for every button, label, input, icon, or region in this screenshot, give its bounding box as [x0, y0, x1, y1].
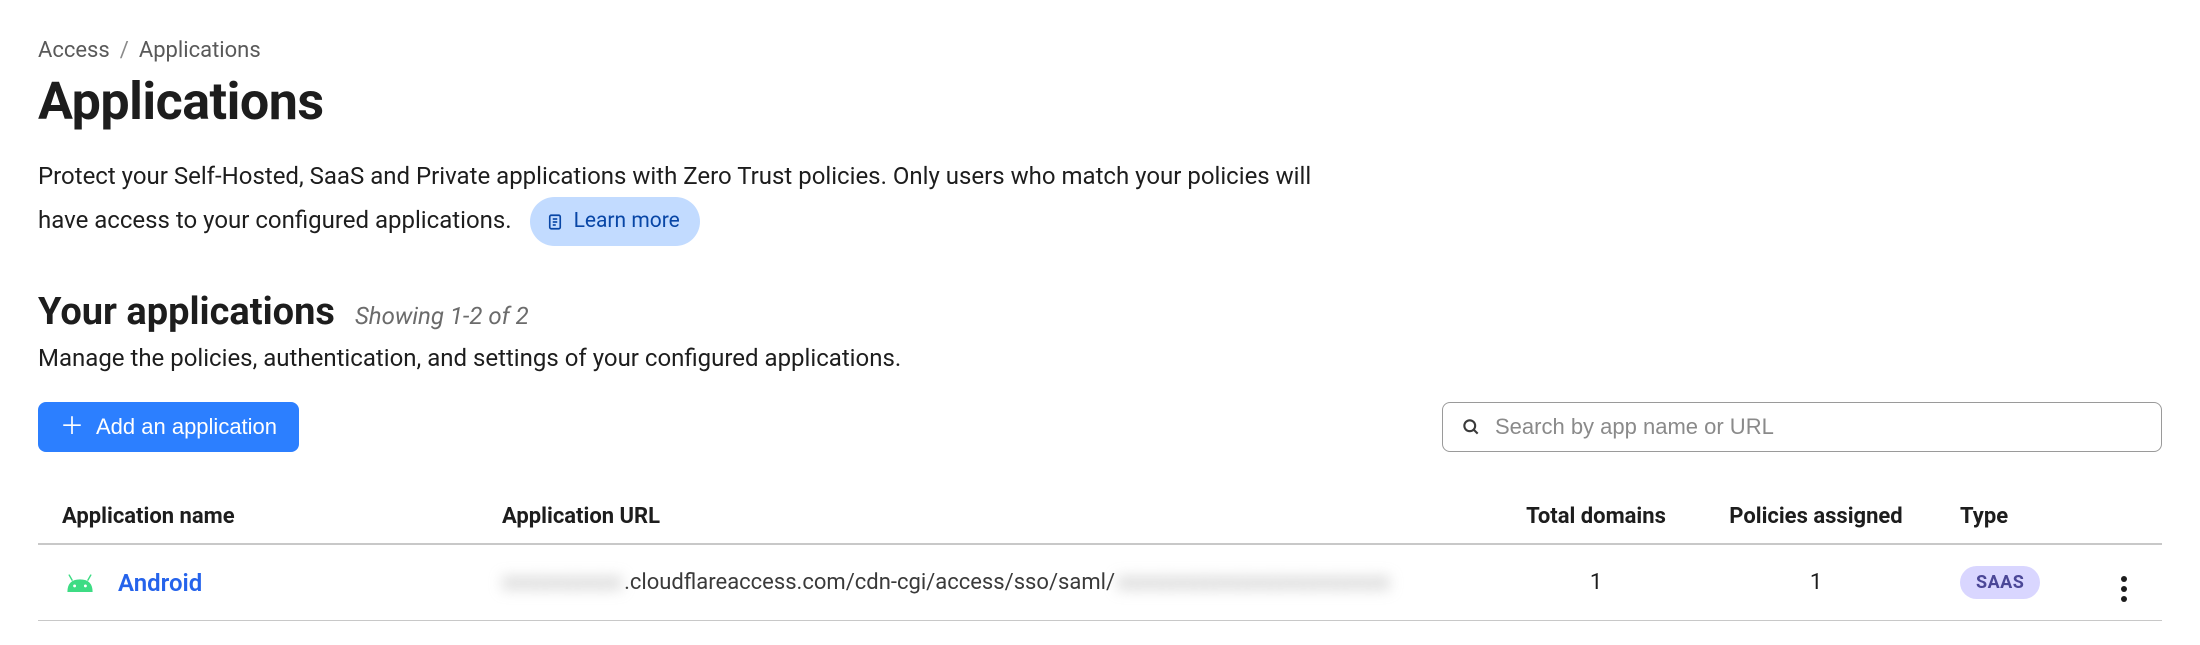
table-row: Android xxxxxxxxxxx .cloudflareaccess.co…	[38, 544, 2162, 621]
section-subtitle: Manage the policies, authentication, and…	[38, 344, 2162, 372]
breadcrumb-root[interactable]: Access	[38, 38, 110, 63]
col-header-domains: Total domains	[1496, 490, 1696, 544]
col-header-name: Application name	[38, 490, 478, 544]
col-header-type: Type	[1936, 490, 2086, 544]
application-name-cell: Android	[62, 565, 454, 601]
page-description: Protect your Self-Hosted, SaaS and Priva…	[38, 156, 1338, 246]
policies-assigned-value: 1	[1696, 544, 1936, 621]
type-badge: SAAS	[1960, 566, 2040, 599]
url-redacted-prefix: xxxxxxxxxxx	[502, 570, 622, 595]
section-title: Your applications	[38, 290, 335, 334]
plus-icon: ＋	[60, 415, 84, 439]
section-header: Your applications Showing 1-2 of 2	[38, 290, 2162, 334]
android-icon	[62, 565, 98, 601]
breadcrumb: Access / Applications	[38, 38, 2162, 63]
table-header-row: Application name Application URL Total d…	[38, 490, 2162, 544]
application-name-link[interactable]: Android	[118, 569, 202, 597]
col-header-url: Application URL	[478, 490, 1496, 544]
total-domains-value: 1	[1496, 544, 1696, 621]
section-showing: Showing 1-2 of 2	[355, 302, 529, 330]
url-visible: .cloudflareaccess.com/cdn-cgi/access/sso…	[624, 570, 1115, 595]
breadcrumb-current: Applications	[139, 38, 261, 63]
url-redacted-suffix: xxxxxxxxxxxxxxxxxxxxxxxxx	[1117, 570, 1390, 595]
col-header-actions	[2086, 490, 2162, 544]
page-title: Applications	[38, 71, 2162, 132]
add-application-label: Add an application	[96, 414, 277, 440]
search-field-wrapper[interactable]	[1442, 402, 2162, 452]
col-header-policies: Policies assigned	[1696, 490, 1936, 544]
search-input[interactable]	[1493, 413, 2143, 441]
actions-row: ＋ Add an application	[38, 402, 2162, 452]
breadcrumb-separator: /	[120, 38, 129, 63]
search-icon	[1461, 417, 1481, 437]
document-icon	[546, 213, 564, 231]
learn-more-link[interactable]: Learn more	[530, 197, 700, 247]
applications-table: Application name Application URL Total d…	[38, 490, 2162, 621]
learn-more-label: Learn more	[574, 204, 680, 240]
add-application-button[interactable]: ＋ Add an application	[38, 402, 299, 452]
application-url: xxxxxxxxxxx .cloudflareaccess.com/cdn-cg…	[502, 570, 1472, 595]
